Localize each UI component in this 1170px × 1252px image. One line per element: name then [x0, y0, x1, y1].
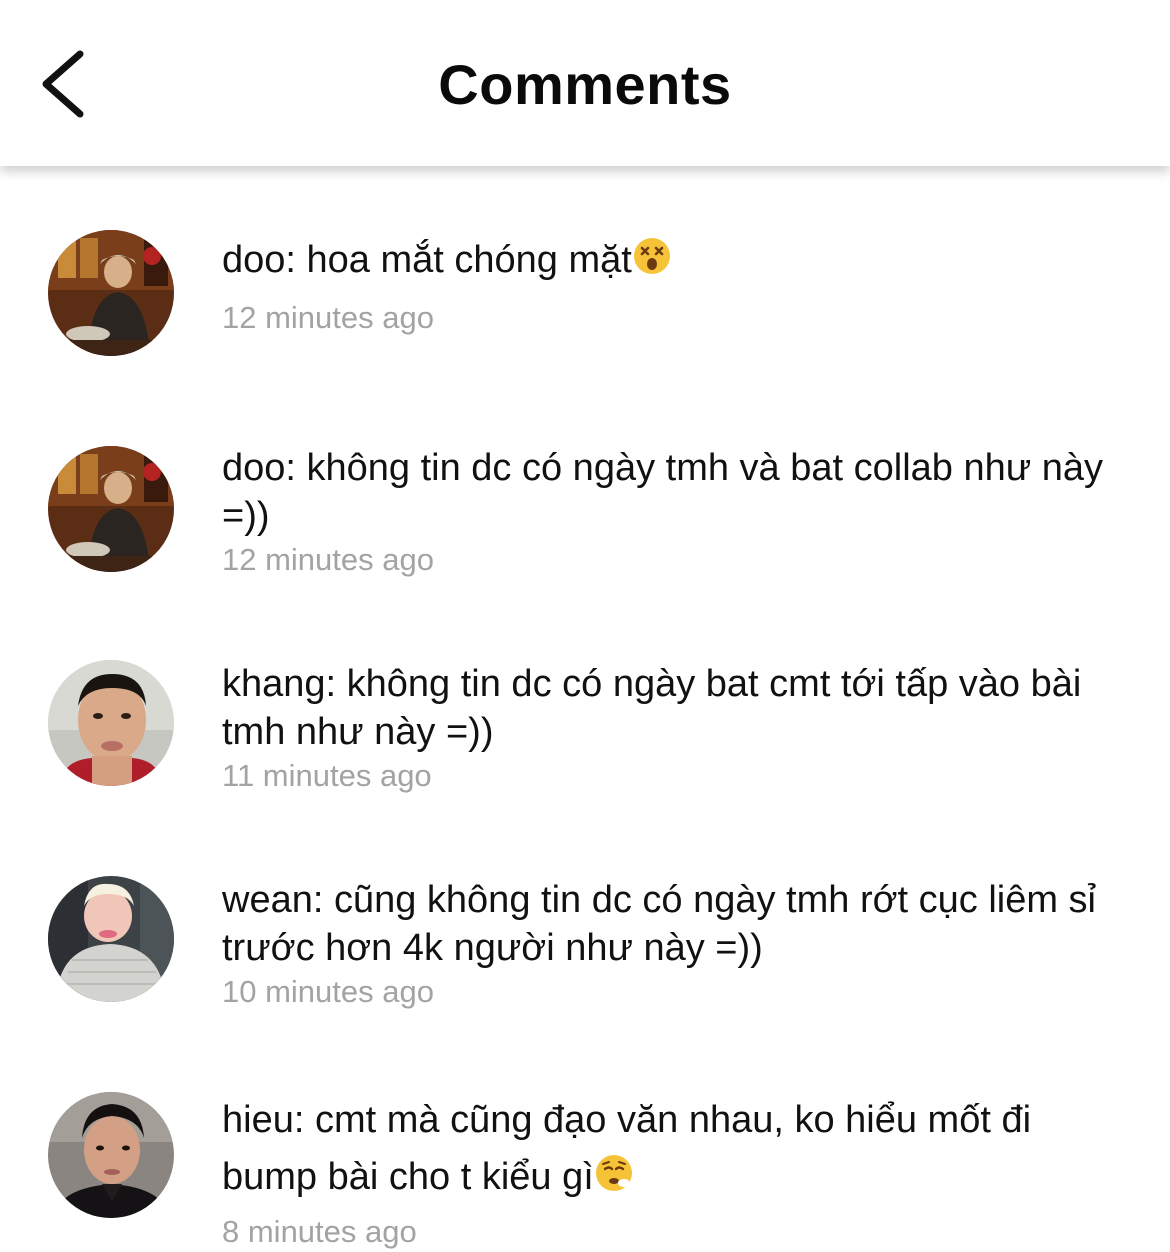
comment-text-content: doo: hoa mắt chóng mặt [222, 239, 632, 281]
avatar-photo [48, 1092, 174, 1218]
page-title: Comments [438, 53, 732, 116]
avatar[interactable] [48, 230, 174, 356]
comment-text: doo: hoa mắt chóng mặt [222, 236, 1132, 284]
avatar[interactable] [48, 876, 174, 1002]
comment-timestamp: 12 minutes ago [222, 542, 434, 577]
comment-text: wean: cũng không tin dc có ngày tmh rớt … [222, 879, 1096, 969]
comment-text: khang: không tin dc có ngày bat cmt tới … [222, 663, 1082, 753]
comment-timestamp: 12 minutes ago [222, 300, 434, 335]
avatar-photo [48, 660, 174, 786]
avatar-photo [48, 446, 174, 572]
avatar[interactable] [48, 446, 174, 572]
comment-timestamp: 11 minutes ago [222, 758, 432, 793]
comment-body: wean: cũng không tin dc có ngày tmh rớt … [222, 876, 1132, 1012]
avatar[interactable] [48, 660, 174, 786]
comment-timestamp: 8 minutes ago [222, 1214, 417, 1249]
avatar-photo [48, 230, 174, 356]
comment-body: doo: không tin dc có ngày tmh và bat col… [222, 444, 1132, 580]
comment-body: doo: hoa mắt chóng mặt 12 minutes ago [222, 236, 1132, 338]
comment-text: doo: không tin dc có ngày tmh và bat col… [222, 447, 1103, 537]
dizzy-face-emoji [633, 238, 670, 274]
avatar-photo [48, 876, 174, 1002]
comment-body: khang: không tin dc có ngày bat cmt tới … [222, 660, 1132, 796]
persevering-face-emoji [595, 1155, 632, 1191]
comment-timestamp: 10 minutes ago [222, 974, 434, 1009]
avatar[interactable] [48, 1092, 174, 1218]
comment-text: hieu: cmt mà cũng đạo văn nhau, ko hiểu … [222, 1092, 1132, 1206]
top-bar: Comments [0, 0, 1170, 166]
comment-body: hieu: cmt mà cũng đạo văn nhau, ko hiểu … [222, 1092, 1132, 1252]
